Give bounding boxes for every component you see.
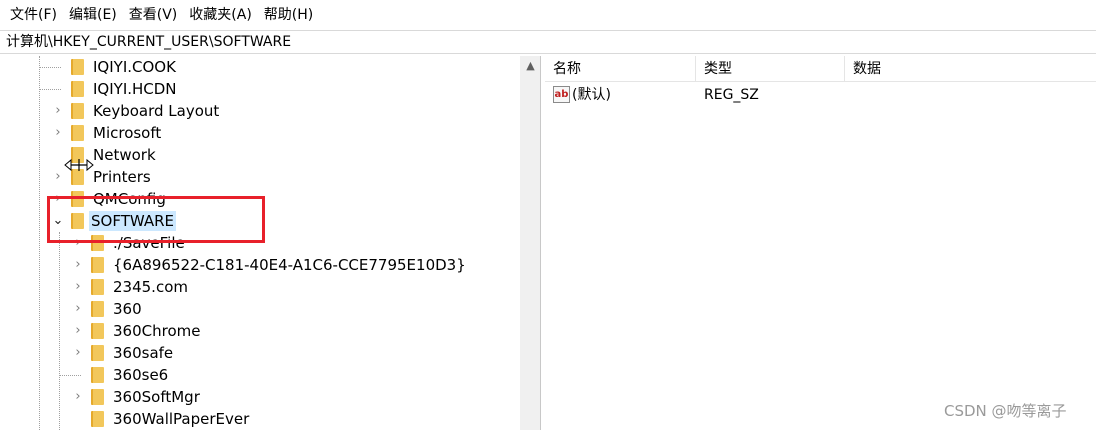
address-bar[interactable]: 计算机\HKEY_CURRENT_USER\SOFTWARE	[0, 30, 1096, 54]
tree-item-label: 360se6	[113, 366, 169, 384]
tree-item-microsoft[interactable]: › Microsoft	[4, 122, 520, 144]
tree-item-label: 360Chrome	[113, 322, 201, 340]
tree-item-label: 360SoftMgr	[113, 388, 200, 406]
menu-favorites[interactable]: 收藏夹(A)	[183, 3, 258, 27]
value-name: (默认)	[572, 87, 611, 103]
folder-icon	[70, 81, 84, 97]
tree-item-label: 360WallPaperEver	[113, 410, 250, 428]
value-type: REG_SZ	[704, 87, 759, 103]
chevron-right-icon[interactable]: ›	[51, 170, 65, 184]
folder-icon	[90, 345, 104, 361]
tree-item-label: {6A896522-C181-40E4-A1C6-CCE7795E10D3}	[113, 256, 466, 274]
registry-values-pane: 名称 类型 数据 ab (默认) REG_SZ	[545, 56, 1096, 430]
tree-item-360se6[interactable]: 360se6	[4, 364, 520, 386]
tree-item-360safe[interactable]: › 360safe	[4, 342, 520, 364]
folder-icon	[70, 59, 84, 75]
folder-icon	[90, 367, 104, 383]
tree-item-360softmgr[interactable]: › 360SoftMgr	[4, 386, 520, 408]
tree-item-keyboard-layout[interactable]: › Keyboard Layout	[4, 100, 520, 122]
chevron-right-icon[interactable]: ›	[71, 390, 85, 404]
tree-item-2345[interactable]: › 2345.com	[4, 276, 520, 298]
folder-icon	[70, 125, 84, 141]
chevron-right-icon[interactable]: ›	[71, 302, 85, 316]
tree-item-label: Microsoft	[93, 124, 162, 142]
folder-icon	[90, 323, 104, 339]
folder-icon	[90, 389, 104, 405]
folder-icon	[90, 301, 104, 317]
tree-item-label: Network	[93, 146, 156, 164]
value-row-default[interactable]: ab (默认) REG_SZ	[545, 84, 1096, 106]
highlight-box	[47, 196, 265, 243]
folder-icon	[90, 279, 104, 295]
folder-icon	[90, 257, 104, 273]
menu-file[interactable]: 文件(F)	[4, 3, 63, 27]
string-value-icon: ab	[553, 86, 570, 103]
tree-item-iqiyi-cook[interactable]: IQIYI.COOK	[4, 56, 520, 78]
menu-edit[interactable]: 编辑(E)	[63, 3, 123, 27]
tree-scrollbar[interactable]: ▲	[520, 56, 540, 430]
tree-item-label: 360	[113, 300, 142, 318]
chevron-right-icon[interactable]: ›	[71, 324, 85, 338]
tree-item-label: Keyboard Layout	[93, 102, 220, 120]
folder-icon	[90, 411, 104, 427]
folder-icon	[70, 103, 84, 119]
chevron-right-icon[interactable]: ›	[51, 126, 65, 140]
chevron-right-icon[interactable]: ›	[71, 346, 85, 360]
tree-item-360wallpaperever[interactable]: 360WallPaperEver	[4, 408, 520, 430]
menu-help[interactable]: 帮助(H)	[258, 3, 319, 27]
column-header-type[interactable]: 类型	[696, 56, 845, 82]
chevron-right-icon[interactable]: ›	[71, 280, 85, 294]
menu-view[interactable]: 查看(V)	[123, 3, 184, 27]
watermark: CSDN @吻等离子	[944, 402, 1067, 420]
column-header-data[interactable]: 数据	[845, 56, 1096, 82]
tree-item-360[interactable]: › 360	[4, 298, 520, 320]
scroll-up-arrow-icon[interactable]: ▲	[520, 56, 540, 76]
tree-item-iqiyi-hcdn[interactable]: IQIYI.HCDN	[4, 78, 520, 100]
tree-item-label: Printers	[93, 168, 151, 186]
menu-bar: 文件(F) 编辑(E) 查看(V) 收藏夹(A) 帮助(H)	[0, 0, 1096, 30]
values-header: 名称 类型 数据	[545, 56, 1096, 82]
chevron-right-icon[interactable]: ›	[51, 104, 65, 118]
tree-item-label: 2345.com	[113, 278, 188, 296]
resize-cursor-icon	[64, 158, 94, 172]
column-header-name[interactable]: 名称	[545, 56, 696, 82]
chevron-right-icon[interactable]: ›	[71, 258, 85, 272]
tree-item-label: IQIYI.COOK	[93, 58, 176, 76]
tree-item-guid[interactable]: › {6A896522-C181-40E4-A1C6-CCE7795E10D3}	[4, 254, 520, 276]
tree-item-label: 360safe	[113, 344, 174, 362]
tree-item-label: IQIYI.HCDN	[93, 80, 177, 98]
tree-item-360chrome[interactable]: › 360Chrome	[4, 320, 520, 342]
registry-tree-pane: IQIYI.COOK IQIYI.HCDN › Keyboard Layout …	[4, 56, 541, 430]
